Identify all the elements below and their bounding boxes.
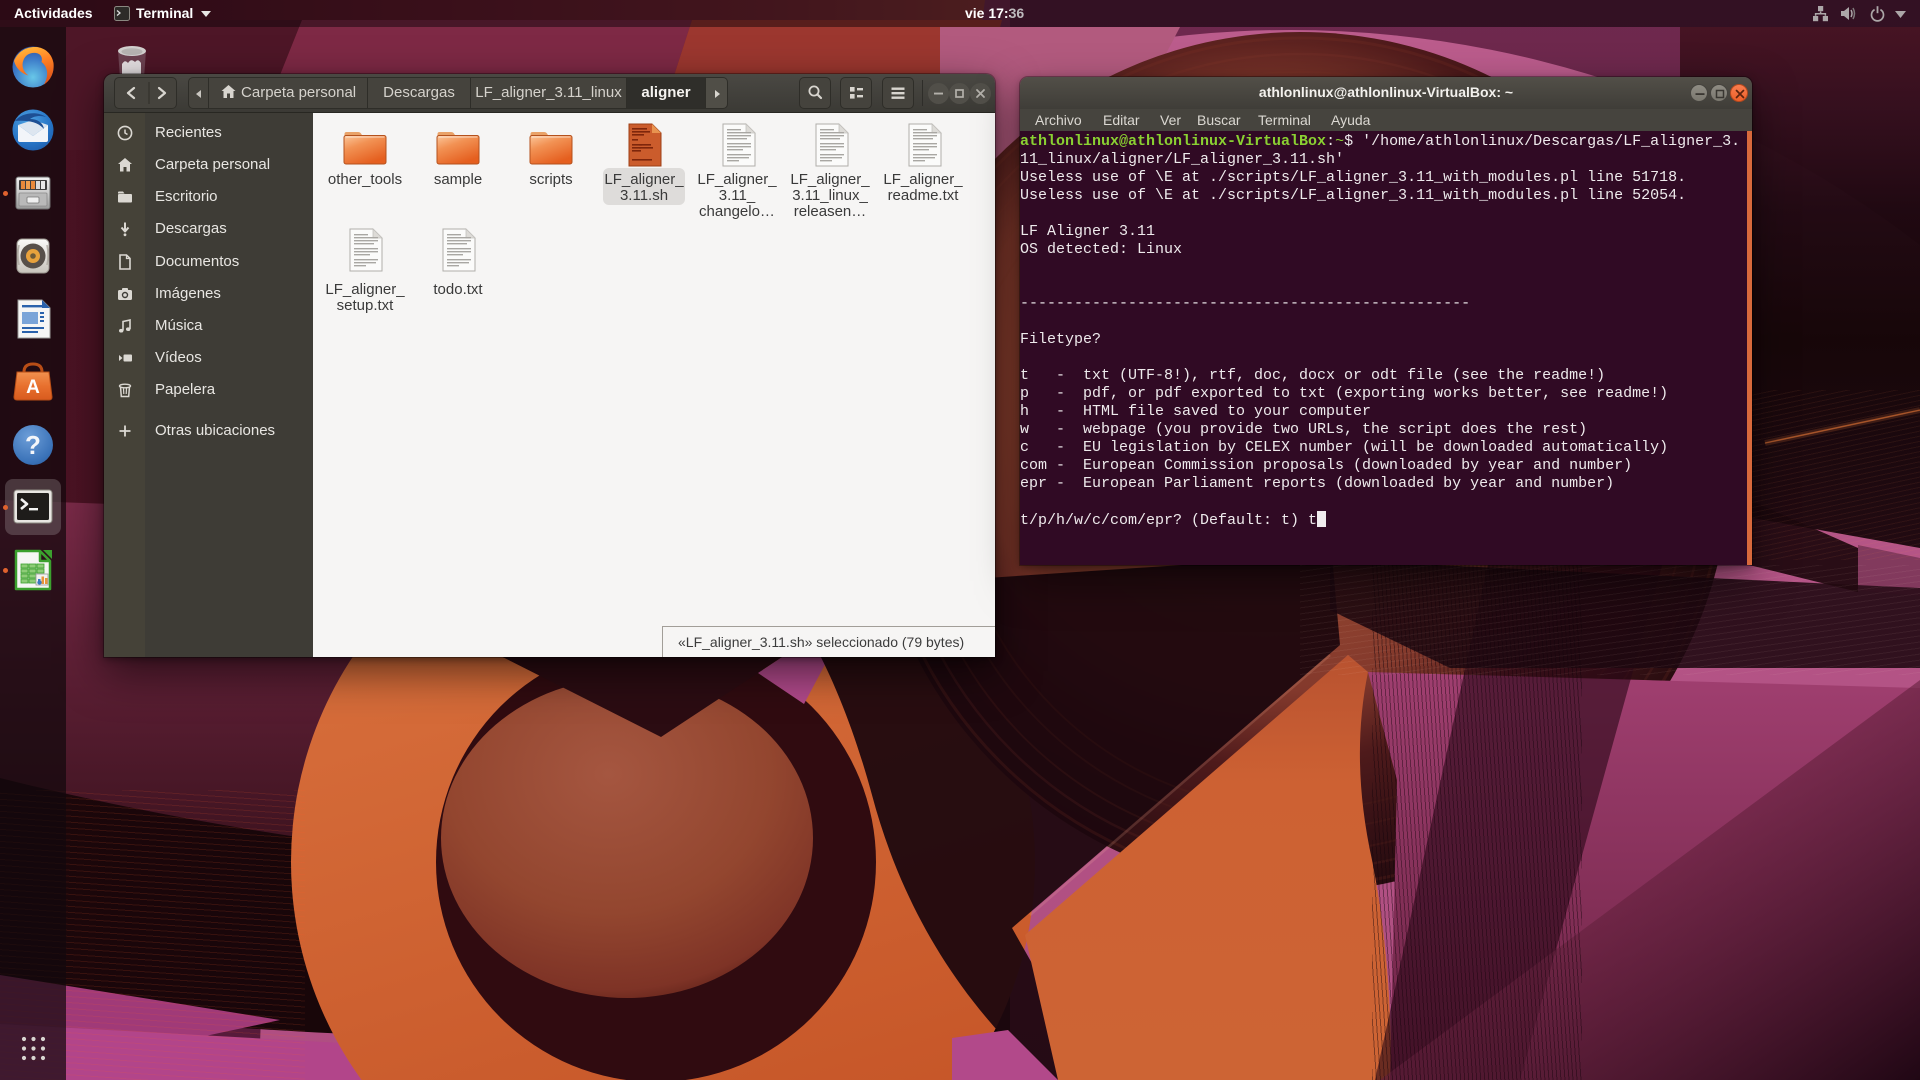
svg-text:?: ? bbox=[25, 430, 41, 460]
svg-text:A: A bbox=[26, 377, 40, 398]
